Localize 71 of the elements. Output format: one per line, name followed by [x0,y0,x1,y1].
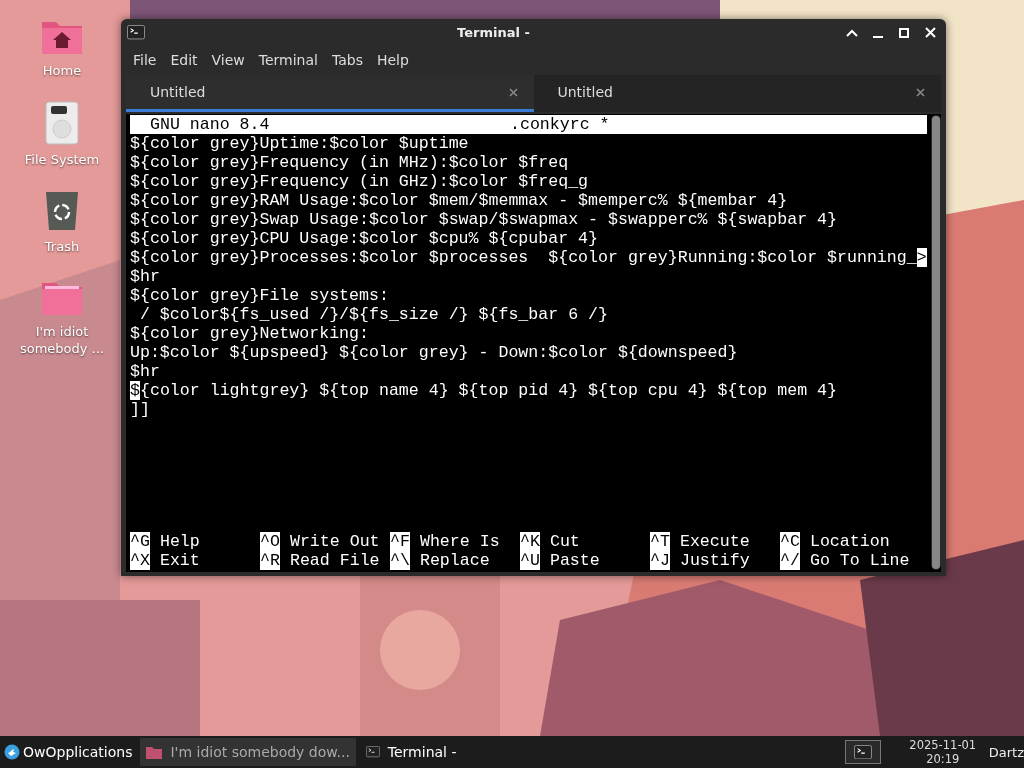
code-line: ${color grey}File systems: [130,286,390,305]
menu-item[interactable]: Tabs [325,49,369,70]
code-line: ${color grey}Swap Usage:$color $swap/$swapmax - $swapperc% ${swapbar 4} [130,210,838,229]
task-button[interactable]: Terminal - [359,738,463,766]
window-title: Terminal - [456,25,531,40]
clock-date: 2025-11-01 [909,738,977,752]
code-line: $hr [130,267,161,286]
code-line: ${color grey}RAM Usage:$color $mem/$memmax - $memperc% ${membar 4} [130,191,789,210]
shortcut-key: ^U [520,551,540,570]
editor-version: GNU nano 8.4 [150,115,271,134]
shortcut-key: ^R [260,551,280,570]
terminal-launcher-button[interactable] [844,740,881,764]
shortcut-key: ^T [650,532,670,551]
shortcut-label: Exit [159,551,200,570]
shortcut-key: ^C [780,532,800,551]
task-button[interactable]: I'm idiot somebody dow... [140,738,356,766]
drive-icon [45,101,79,145]
user-name[interactable]: Dartz [988,744,1024,760]
tab-label: Untitled [557,84,614,100]
applications-menu-button[interactable]: OwOpplications [0,744,137,760]
shortcut-label: Justify [679,551,750,570]
code-line: ${color grey}Frequency (in MHz):$color $freq [130,153,570,172]
menu-item[interactable]: Edit [164,49,204,70]
menu-item[interactable]: Terminal [252,49,324,70]
maximize-icon [899,27,909,38]
terminal-icon [365,746,380,758]
menu-item[interactable]: Help [370,49,415,70]
shortcut-label: Location [809,532,890,551]
shortcut-key: ^O [260,532,280,551]
shortcut-label: Read File [289,551,380,570]
shortcut-key: ^/ [780,551,800,570]
shortcut-key: ^\ [390,551,410,570]
folder-icon [146,745,163,759]
shortcut-key: ^G [130,532,150,551]
shortcut-label: Where Is [419,532,500,551]
shortcut-key: ^X [130,551,150,570]
trash-icon [44,190,80,232]
terminal-icon [127,25,145,40]
shortcut-label: Write Out [289,532,380,551]
minimize-icon [873,35,883,38]
caret-icon [846,28,858,37]
shortcut-key: ^F [390,532,410,551]
code-line: ${color grey}Networking: [130,324,370,343]
code-line: / $color${fs_used /}/${fs_size /} ${fs_bar 6 /} [138,305,609,324]
code-line: ${color grey}Processes:$color $processes ${color grey}Running:$color $running_> [130,248,927,267]
shortcut-label: Go To Line [809,551,910,570]
terminal-icon [853,744,872,760]
menu-item[interactable]: View [205,49,251,70]
tab-label: Untitled [150,84,207,100]
code-line: ${color grey}Frequency (in GHz):$color $freq_g [130,172,590,191]
shortcut-label: Help [159,532,200,551]
shortcut-key: ^K [520,532,540,551]
close-icon [924,27,936,38]
menu-item[interactable]: File [127,49,163,70]
shortcut-key: ^J [650,551,670,570]
code-line: ${color grey}Uptime:$color $uptime [130,134,470,153]
code-line: $hr [130,362,161,381]
shortcut-label: Execute [679,532,750,551]
code-line: ]] [130,400,151,419]
bird-icon [4,744,20,760]
shortcut-label: Cut [549,532,580,551]
close-icon [916,87,925,97]
scrollbar[interactable] [930,115,941,570]
code-line: Up:$color ${upspeed} ${color grey} - Down:$color ${downspeed} [130,343,739,362]
close-icon [508,87,518,97]
file-name: .conkyrc * [510,115,610,134]
clock-time: 20:19 [926,752,960,766]
shortcut-label: Replace [419,551,490,570]
tab[interactable]: Untitled [126,75,534,112]
shortcut-label: Paste [549,551,600,570]
code-line: ${color grey}CPU Usage:$color $cpu% ${cpubar 4} [130,229,600,248]
